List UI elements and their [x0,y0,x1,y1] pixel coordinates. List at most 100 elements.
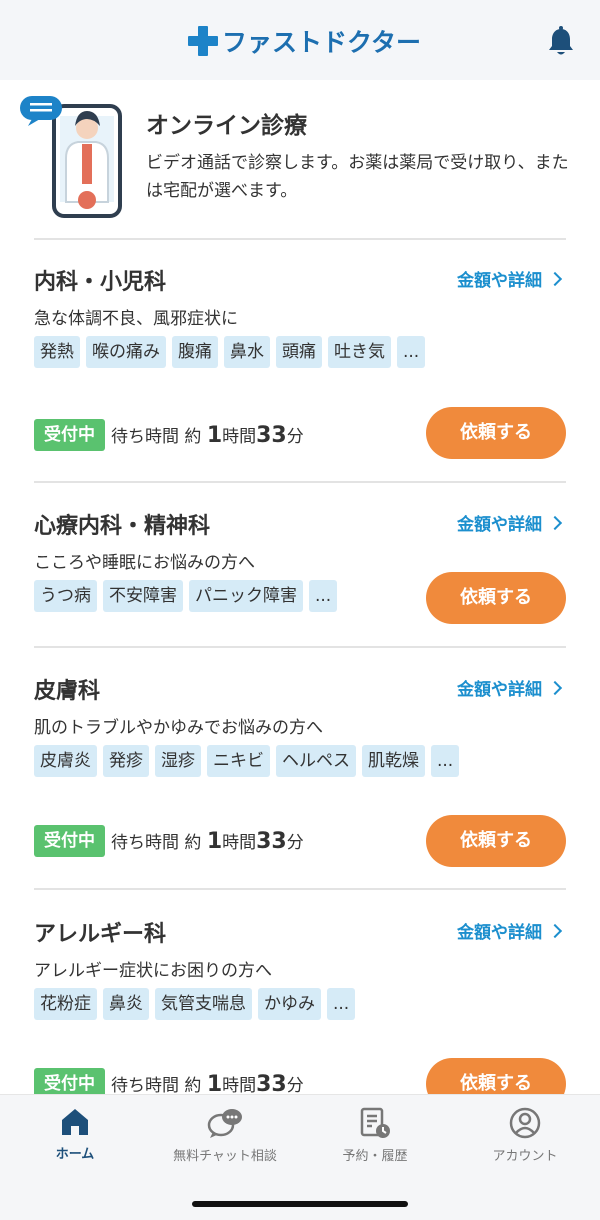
symptom-tag: パニック障害 [189,580,303,612]
wait-hours: 1 [206,423,223,448]
tab-reservation-history-label: 予約・履歴 [342,1149,408,1164]
document-clock-icon [360,1107,390,1138]
symptom-tag: 吐き気 [328,336,391,368]
app-name: ファストドクター [222,28,422,57]
department-card-internal-medicine: 内科・小児科 金額や詳細 急な体調不良、風邪症状に 発熱 喉の痛み 腹痛 鼻水 … [34,264,566,474]
department-subtitle: 急な体調不良、風邪症状に [34,309,238,329]
symptom-tag: ニキビ [207,745,270,777]
symptom-tag: 鼻水 [224,336,270,368]
availability-status: 受付中 待ち時間 約 1時間33分 [34,825,304,857]
tab-home[interactable]: ホーム [0,1107,150,1162]
symptom-tag: 発疹 [103,745,149,777]
home-icon [62,1109,88,1135]
department-subtitle: 肌のトラブルやかゆみでお悩みの方へ [34,718,323,738]
wait-minutes-unit: 分 [286,1076,304,1094]
symptom-tag: 鼻炎 [103,988,149,1020]
wait-hours-unit: 時間 [222,427,257,447]
account-icon [509,1107,541,1139]
request-button[interactable]: 依頼する [426,407,566,459]
department-subtitle: こころや睡眠にお悩みの方へ [34,553,255,573]
wait-label: 待ち時間 約 [111,833,207,853]
symptom-tag: 肌乾燥 [362,745,425,777]
price-details-link[interactable]: 金額や詳細 [457,266,563,291]
more-tags: ... [309,580,338,612]
divider [34,888,566,890]
wait-minutes: 33 [256,829,287,854]
chevron-right-icon [547,515,563,530]
symptom-tags: 花粉症 鼻炎 気管支喘息 かゆみ ... [34,988,356,1020]
wait-minutes-unit: 分 [286,833,304,853]
tab-account[interactable]: アカウント [450,1107,600,1164]
chevron-right-icon [547,271,563,286]
bell-icon[interactable] [546,26,576,58]
department-name: 内科・小児科 [34,270,167,295]
chevron-right-icon [547,680,563,695]
department-name: アレルギー科 [34,922,167,947]
symptom-tag: 湿疹 [155,745,201,777]
price-details-link[interactable]: 金額や詳細 [457,510,563,535]
department-name: 心療内科・精神科 [34,514,211,539]
department-card-dermatology: 皮膚科 金額や詳細 肌のトラブルやかゆみでお悩みの方へ 皮膚炎 発疹 湿疹 ニキ… [34,673,566,883]
department-name: 皮膚科 [34,679,101,704]
symptom-tag: 腹痛 [172,336,218,368]
status-badge: 受付中 [34,825,105,857]
status-badge: 受付中 [34,1068,105,1094]
wait-hours-unit: 時間 [222,833,257,853]
intro-title: オンライン診療 [146,113,307,139]
wait-label: 待ち時間 約 [111,427,207,447]
doctor-phone-illustration [20,96,122,218]
divider [34,238,566,240]
symptom-tag: 不安障害 [103,580,183,612]
tab-free-chat[interactable]: 無料チャット相談 [150,1107,300,1164]
department-card-allergy: アレルギー科 金額や詳細 アレルギー症状にお困りの方へ 花粉症 鼻炎 気管支喘息… [34,916,566,1094]
price-details-label: 金額や詳細 [457,923,542,943]
price-details-label: 金額や詳細 [457,271,542,291]
wait-minutes: 33 [256,1072,287,1094]
divider [34,646,566,648]
price-details-link[interactable]: 金額や詳細 [457,918,563,943]
price-details-label: 金額や詳細 [457,515,542,535]
more-tags: ... [397,336,426,368]
tab-home-label: ホーム [55,1147,95,1162]
wait-minutes-unit: 分 [286,427,304,447]
symptom-tag: 皮膚炎 [34,745,97,777]
symptom-tag: 発熱 [34,336,80,368]
status-badge: 受付中 [34,419,105,451]
more-tags: ... [327,988,356,1020]
wait-minutes: 33 [256,423,287,448]
app-header: ファストドクター [0,0,600,80]
wait-hours: 1 [206,1072,223,1094]
symptom-tags: 発熱 喉の痛み 腹痛 鼻水 頭痛 吐き気 ... [34,336,426,368]
wait-time: 待ち時間 約 1時間33分 [111,1071,304,1094]
price-details-label: 金額や詳細 [457,680,542,700]
wait-time: 待ち時間 約 1時間33分 [111,828,304,854]
availability-status: 受付中 待ち時間 約 1時間33分 [34,419,304,451]
symptom-tag: うつ病 [34,580,97,612]
chevron-right-icon [547,923,563,938]
wait-label: 待ち時間 約 [111,1076,207,1094]
department-card-psychiatry: 心療内科・精神科 金額や詳細 こころや睡眠にお悩みの方へ うつ病 不安障害 パニ… [34,508,566,638]
chat-bubbles-icon [207,1109,242,1138]
symptom-tag: 気管支喘息 [155,988,252,1020]
symptom-tags: 皮膚炎 発疹 湿疹 ニキビ ヘルペス 肌乾燥 ... [34,745,460,777]
home-indicator [192,1201,408,1207]
symptom-tag: 花粉症 [34,988,97,1020]
tab-free-chat-label: 無料チャット相談 [173,1149,277,1164]
availability-status: 受付中 待ち時間 約 1時間33分 [34,1068,304,1094]
wait-hours: 1 [206,829,223,854]
request-button[interactable]: 依頼する [426,1058,566,1094]
symptom-tag: かゆみ [258,988,321,1020]
online-consultation-intro: オンライン診療 ビデオ通話で診察します。お薬は薬局で受け取り、または宅配が選べま… [20,92,580,222]
request-button[interactable]: 依頼する [426,815,566,867]
request-button[interactable]: 依頼する [426,572,566,624]
more-tags: ... [431,745,460,777]
divider [34,481,566,483]
price-details-link[interactable]: 金額や詳細 [457,675,563,700]
app-logo: ファストドクター [188,24,421,58]
symptom-tag: 頭痛 [276,336,322,368]
wait-hours-unit: 時間 [222,1076,257,1094]
tab-reservation-history[interactable]: 予約・履歴 [300,1107,450,1164]
wait-time: 待ち時間 約 1時間33分 [111,422,304,448]
tab-account-label: アカウント [492,1149,558,1164]
department-subtitle: アレルギー症状にお困りの方へ [34,961,272,981]
